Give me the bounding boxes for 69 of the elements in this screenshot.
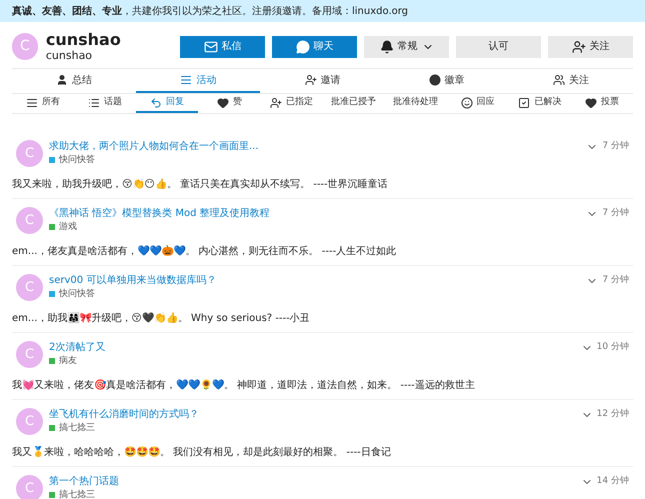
category-label[interactable]: 快问快答 [59,288,95,300]
profile-name: cunshao [46,31,122,49]
topic-title-link[interactable]: 坐飞机有什么消磨时间的方式吗？ [49,408,199,422]
activity-filter-tab[interactable]: 投票 [570,94,633,113]
topic-title-link[interactable]: 第一个热门话题 [49,475,119,489]
category-label[interactable]: 搞七捻三 [59,489,95,499]
profile-tab[interactable]: 关注 [508,69,634,93]
action-button[interactable]: 关注 [548,36,633,58]
action-button[interactable]: 认可 [456,36,541,58]
category-label[interactable]: 病友 [59,355,77,367]
activity-filter-tab[interactable]: 回应 [446,94,509,113]
post-excerpt: em...，助我👨‍👩‍👧🎀升级吧，😚🖤👏👍。 Why so serious? ----小丑 [12,312,311,326]
post-time: 7 分钟 [602,140,629,153]
profile-tab[interactable]: 活动 [136,69,260,93]
topic-title-link[interactable]: 2次清帖了又 [49,341,106,355]
activity-filter-tab[interactable]: 批准已授予 [322,94,385,113]
avatar: C [16,341,43,368]
user-plus-icon [304,74,316,86]
activity-filter-tab[interactable]: 赞 [198,94,260,113]
category-label[interactable]: 游戏 [59,221,77,233]
avatar: C [16,140,43,167]
bell-icon [380,40,394,54]
activity-filter-tab[interactable]: 已解决 [508,94,571,113]
post-time: 7 分钟 [602,207,629,220]
circle-icon [428,74,441,86]
action-button[interactable]: 常规 [364,36,449,58]
avatar: C [16,475,43,499]
activity-filter-tab[interactable]: 回复 [136,94,198,113]
announcement-text: 真诚、友善、团结、专业，共建你我引以为荣之社区。注册须邀请。备用域：linuxdo.org [12,4,408,18]
post-time: 10 分钟 [596,341,629,354]
action-button[interactable]: 私信 [180,36,265,58]
avatar: C [12,33,38,60]
post-time: 7 分钟 [602,274,629,287]
heart-icon [584,96,597,108]
list-icon [26,96,38,108]
topic-title-link[interactable]: 《黑神话 悟空》模型替换类 Mod 整理及使用教程 [49,207,270,221]
post-time: 14 分钟 [596,475,629,488]
topic-title-link[interactable]: serv00 可以单独用来当做数据库吗？ [49,274,216,288]
avatar: C [16,274,43,301]
users-icon [552,74,565,86]
activity-filter-tab[interactable]: 已指定 [260,94,322,113]
user-icon [56,74,68,86]
avatar: C [16,207,43,234]
smile-icon [460,96,473,108]
checkbox-icon [518,96,530,108]
profile-username: cunshao [46,49,94,62]
topic-title-link[interactable]: 求助大佬，两个照片人物如何合在一个画面里... [49,140,259,154]
post-excerpt: 我又来啦，助我升级吧，😚👏😶👍。 童话只美在真实却从不续写。 ----世界沉睡童话 [12,178,389,192]
profile-tab[interactable]: 总结 [12,69,136,93]
user-plus-icon [270,96,282,108]
post-time: 12 分钟 [596,408,629,421]
heart-icon [216,96,229,108]
post-excerpt: 我💓又来啦，佬友🎯真是啥活都有，💙💙🌻💙。 神即道，道即法，道法自然，如来。 ----遥远的救世主 [12,379,476,393]
post-excerpt: 我又🥇来啦，哈哈哈哈，🤩🤩🤩。 我们没有相见，却是此刻最好的相聚。 ----日食记 [12,446,392,460]
activity-filter-tab[interactable]: 话题 [74,94,136,113]
list-icon [180,74,192,86]
user-plus-icon [572,40,586,54]
profile-tab[interactable]: 邀请 [260,69,385,93]
action-button[interactable]: 聊天 [272,36,357,58]
post-excerpt: em...，佬友真是啥活都有，💙💙🎃💙。 内心湛然，则无往而不乐。 ----人生不过如此 [12,245,398,259]
reply-icon [150,96,162,108]
activity-filter-tab[interactable]: 所有 [12,94,74,113]
category-label[interactable]: 搞七捻三 [59,422,95,434]
avatar: C [16,408,43,435]
mail-icon [204,40,218,54]
category-label[interactable]: 快问快答 [59,154,95,166]
profile-tab[interactable]: 徽章 [384,69,509,93]
chat-icon [296,40,310,54]
activity-filter-tab[interactable]: 批准待处理 [384,94,447,113]
